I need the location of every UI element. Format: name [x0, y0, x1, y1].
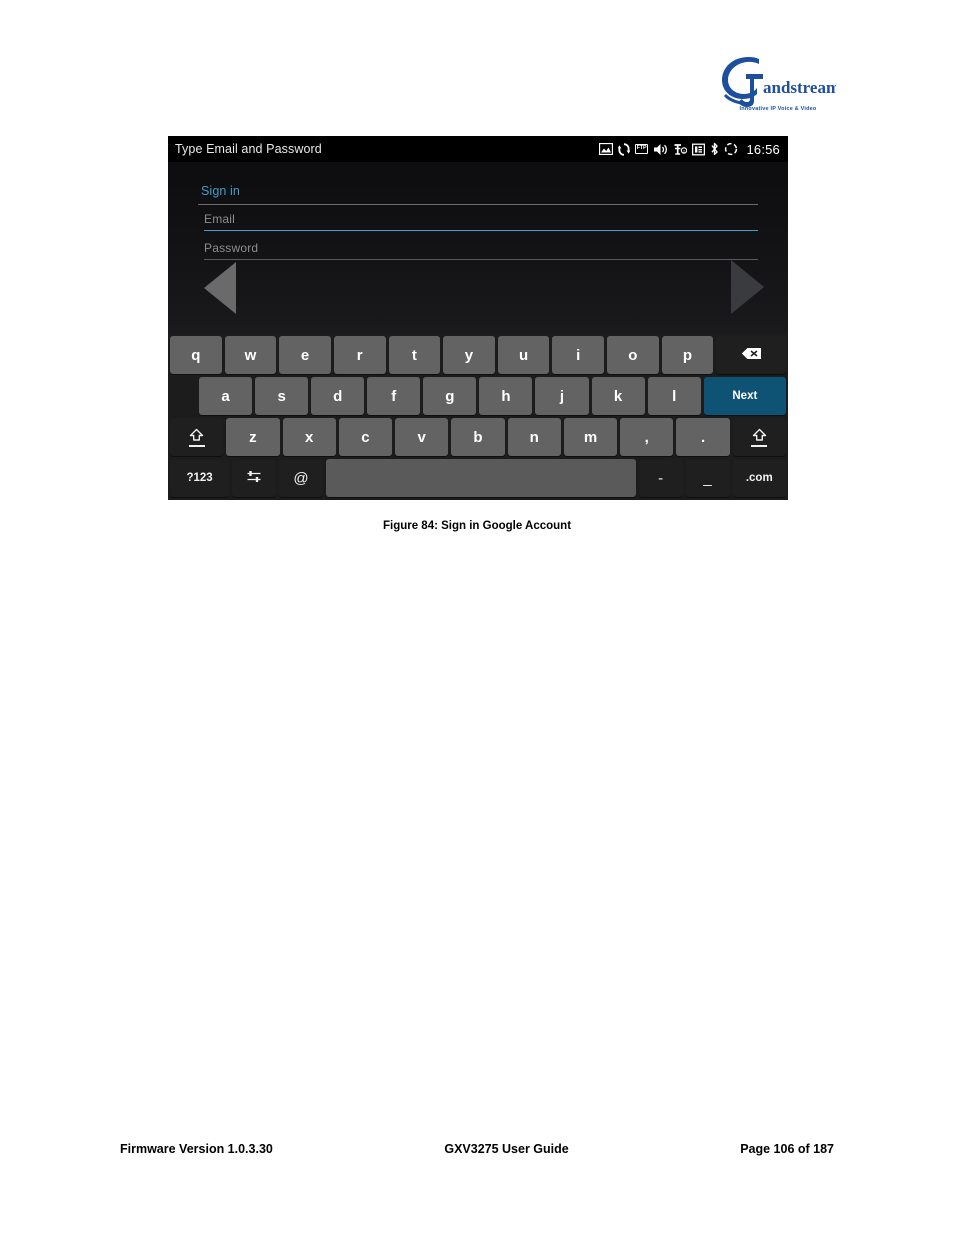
- row2-left-spacer: [170, 377, 196, 415]
- key-x[interactable]: x: [282, 418, 336, 456]
- shift-up-arrow-icon-right: [751, 428, 768, 447]
- signin-heading: Sign in: [201, 184, 240, 198]
- footer-page-number: Page 106 of 187: [740, 1142, 834, 1156]
- grandstream-logo-mark: andstream: [722, 57, 836, 107]
- back-arrow-icon[interactable]: [204, 262, 236, 314]
- key-space[interactable]: [325, 459, 636, 497]
- figure-caption: Figure 84: Sign in Google Account: [382, 520, 572, 532]
- keyboard-row-3: z x c v b n m , .: [170, 418, 786, 456]
- key-l[interactable]: l: [647, 377, 701, 415]
- keyboard-row-2: a s d f g h j k l Next: [170, 377, 786, 415]
- email-field-placeholder: Email: [204, 212, 236, 226]
- key-c[interactable]: c: [338, 418, 393, 456]
- key-a[interactable]: a: [199, 377, 253, 415]
- next-arrow-icon[interactable]: [731, 260, 764, 314]
- footer-firmware-version: Firmware Version 1.0.3.30: [120, 1142, 273, 1156]
- key-o[interactable]: o: [607, 336, 659, 374]
- key-shift-right[interactable]: [732, 418, 786, 456]
- key-m[interactable]: m: [563, 418, 618, 456]
- signin-content: Sign in Email Password: [168, 162, 788, 334]
- email-field[interactable]: Email: [198, 205, 758, 234]
- key-underscore[interactable]: _: [685, 459, 730, 497]
- backspace-icon: [741, 347, 762, 364]
- footer-document-title: GXV3275 User Guide: [444, 1142, 569, 1156]
- key-backspace[interactable]: [716, 336, 786, 374]
- volume-icon: [653, 143, 668, 156]
- nav-arrows: [168, 258, 788, 320]
- key-symbols[interactable]: ?123: [170, 459, 230, 497]
- key-u[interactable]: u: [497, 336, 550, 374]
- key-s[interactable]: s: [255, 377, 309, 415]
- svg-text:andstream: andstream: [763, 78, 836, 97]
- shift-up-arrow-icon: [188, 428, 205, 447]
- email-field-underline: [204, 230, 758, 231]
- key-j[interactable]: j: [535, 377, 589, 415]
- status-bar: Type Email and Password FTP 2 16:56: [168, 136, 788, 162]
- key-y[interactable]: y: [443, 336, 495, 374]
- key-i[interactable]: i: [552, 336, 604, 374]
- status-bar-title: Type Email and Password: [175, 142, 322, 156]
- page-header: andstream Innovative IP Voice & Video: [716, 52, 836, 114]
- key-n[interactable]: n: [507, 418, 561, 456]
- key-hyphen[interactable]: -: [638, 459, 683, 497]
- headset-icon: 2: [673, 143, 688, 156]
- picture-icon: [598, 143, 613, 155]
- device-screenshot: Type Email and Password FTP 2 16:56 Sign…: [168, 136, 788, 500]
- password-field-placeholder: Password: [204, 241, 259, 255]
- key-h[interactable]: h: [479, 377, 533, 415]
- key-z[interactable]: z: [226, 418, 280, 456]
- status-bar-icons: FTP 2 16:56: [598, 141, 780, 157]
- key-e[interactable]: e: [279, 336, 331, 374]
- key-v[interactable]: v: [395, 418, 449, 456]
- key-d[interactable]: d: [311, 377, 365, 415]
- keyboard-row-1: q w e r t y u i o p: [170, 336, 786, 374]
- keyboard-row-4: ?123 @ - _ .com: [170, 459, 787, 497]
- loading-icon: [724, 142, 738, 156]
- key-next[interactable]: Next: [703, 377, 786, 415]
- key-keyboard-settings[interactable]: [232, 459, 277, 497]
- logo-tagline: Innovative IP Voice & Video: [739, 106, 817, 112]
- sync-icon: [617, 142, 630, 156]
- key-at[interactable]: @: [279, 459, 323, 497]
- key-comma[interactable]: ,: [620, 418, 674, 456]
- key-dotcom[interactable]: .com: [732, 459, 787, 497]
- bluetooth-icon: [710, 142, 719, 156]
- key-b[interactable]: b: [451, 418, 505, 456]
- grandstream-logo: andstream Innovative IP Voice & Video: [716, 52, 836, 114]
- keyboard-settings-icon: [246, 469, 262, 488]
- key-f[interactable]: f: [367, 377, 421, 415]
- ftp-icon: FTP: [634, 144, 649, 154]
- key-shift-left[interactable]: [170, 418, 224, 456]
- key-t[interactable]: t: [388, 336, 441, 374]
- key-q[interactable]: q: [170, 336, 222, 374]
- key-k[interactable]: k: [591, 377, 645, 415]
- page-footer: Firmware Version 1.0.3.30 GXV3275 User G…: [120, 1142, 834, 1156]
- key-w[interactable]: w: [224, 336, 277, 374]
- key-p[interactable]: p: [661, 336, 714, 374]
- onscreen-keyboard: q w e r t y u i o p a s d f g h j k l Ne…: [168, 334, 788, 500]
- sim-card-icon: [692, 143, 706, 156]
- status-bar-clock: 16:56: [746, 141, 780, 157]
- key-g[interactable]: g: [423, 377, 477, 415]
- key-period[interactable]: .: [676, 418, 730, 456]
- key-r[interactable]: r: [333, 336, 386, 374]
